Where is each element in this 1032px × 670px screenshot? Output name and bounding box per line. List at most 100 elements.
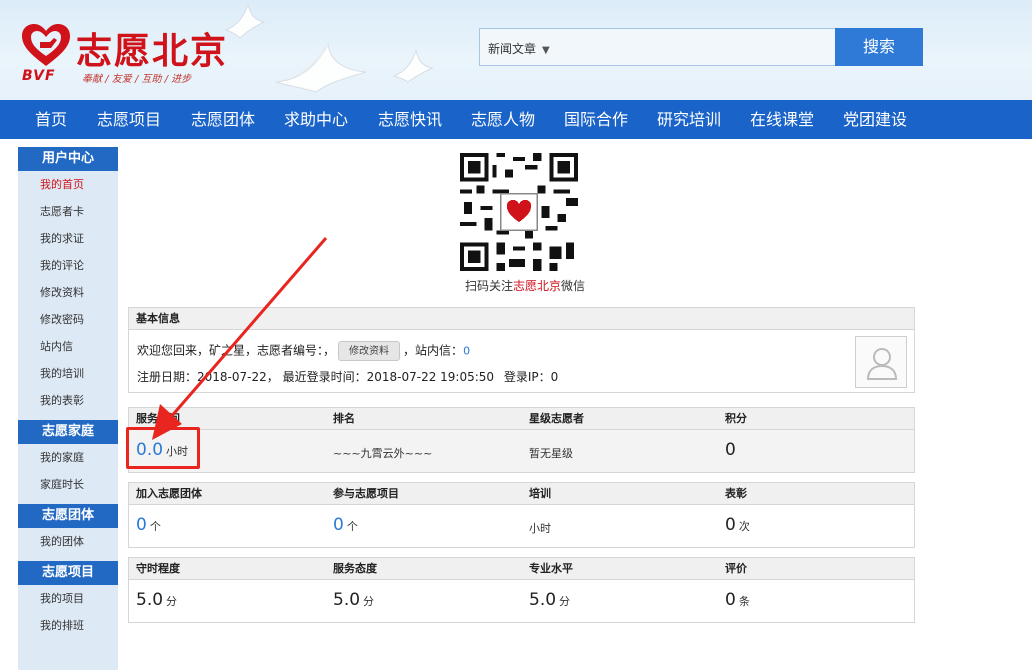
sidebar-item-family-hours[interactable]: 家庭时长 <box>18 471 118 498</box>
sidebar-item-my-honors[interactable]: 我的表彰 <box>18 387 118 414</box>
logo-slogan: 奉献 / 友爱 / 互助 / 进步 <box>82 74 192 85</box>
points-value: 0 <box>725 440 736 460</box>
last-login-time: 2018-07-22 19:05:50 <box>366 370 495 384</box>
nav-item-party[interactable]: 党团建设 <box>843 100 907 139</box>
sidebar-item-change-password[interactable]: 修改密码 <box>18 306 118 333</box>
sidebar-item-my-home[interactable]: 我的首页 <box>18 171 118 198</box>
nav-item-people[interactable]: 志愿人物 <box>471 100 535 139</box>
qr-caption-brand: 志愿北京 <box>512 279 561 293</box>
nav-item-groups[interactable]: 志愿团体 <box>191 100 255 139</box>
sidebar-section-user-center: 用户中心 <box>18 147 118 171</box>
reviews-unit: 条 <box>738 595 750 608</box>
qr-code-icon <box>460 153 578 271</box>
login-ip-label: 登录IP： <box>503 370 551 384</box>
sidebar-item-my-family[interactable]: 我的家庭 <box>18 444 118 471</box>
sidebar-item-my-training[interactable]: 我的培训 <box>18 360 118 387</box>
edit-profile-button[interactable]: 修改资料 <box>338 341 401 361</box>
heart-hand-logo-icon <box>22 24 70 66</box>
sidebar-item-my-comments[interactable]: 我的评论 <box>18 252 118 279</box>
site-header: 志愿北京 BVF 奉献 / 友爱 / 互助 / 进步 新闻文章 ▼ 搜索 <box>0 0 1032 100</box>
login-ip: 0 <box>550 370 559 384</box>
nav-item-news[interactable]: 志愿快讯 <box>378 100 442 139</box>
header-star-volunteer: 星级志愿者 <box>529 412 584 425</box>
avatar[interactable] <box>855 336 907 388</box>
projects-value[interactable]: 0 <box>333 515 344 535</box>
attitude-value: 5.0 <box>333 590 361 610</box>
punctuality-cell: 5.0 分 <box>136 590 177 610</box>
reviews-cell: 0条 <box>725 590 750 610</box>
sidebar-item-my-schedule[interactable]: 我的排班 <box>18 612 118 639</box>
header-punctuality: 守时程度 <box>136 562 180 575</box>
sidebar-item-my-group[interactable]: 我的团体 <box>18 528 118 555</box>
attitude-cell: 5.0 分 <box>333 590 374 610</box>
projects-cell: 0个 <box>333 515 358 535</box>
user-avatar-icon <box>866 348 898 380</box>
register-label: 注册日期： <box>137 370 198 384</box>
search-button[interactable]: 搜索 <box>835 28 923 66</box>
service-stats-header: 服务时间 排名 星级志愿者 积分 <box>129 408 914 430</box>
service-stats-panel: 服务时间 排名 星级志愿者 积分 0.0 小时 ~~~九霄云外~~~ 暂无星级 0 <box>128 407 915 473</box>
sidebar-item-volunteer-card[interactable]: 志愿者卡 <box>18 198 118 225</box>
messages-count[interactable]: 0 <box>463 345 470 358</box>
punctuality-unit: 分 <box>166 595 178 608</box>
user-name: 矿 <box>209 343 222 358</box>
dove-decoration-icon <box>275 42 367 93</box>
nav-item-online-class[interactable]: 在线课堂 <box>750 100 814 139</box>
groups-cell: 0个 <box>136 515 161 535</box>
dove-decoration-icon <box>224 3 266 39</box>
header-reviews: 评价 <box>725 562 747 575</box>
last-login-label: 最近登录时间： <box>282 370 367 384</box>
groups-value[interactable]: 0 <box>136 515 147 535</box>
sidebar-section-family: 志愿家庭 <box>18 420 118 444</box>
evaluation-stats-panel: 守时程度 服务态度 专业水平 评价 5.0 分 5.0 分 5.0 分 0条 <box>128 557 915 623</box>
projects-unit: 个 <box>346 520 358 533</box>
caret-down-icon: ▼ <box>542 45 550 56</box>
basic-info-body: 欢迎您回来，矿之星，志愿者编号：， 修改资料 ，站内信：0 注册日期：2018-07… <box>129 330 914 392</box>
messages-label: ，站内信： <box>403 343 464 358</box>
register-date: 2018-07-22， <box>197 370 279 384</box>
header-points: 积分 <box>725 412 747 425</box>
reviews-value: 0 <box>725 590 736 610</box>
sidebar-section-groups: 志愿团体 <box>18 504 118 528</box>
sidebar-item-my-requests[interactable]: 我的求证 <box>18 225 118 252</box>
nav-item-help[interactable]: 求助中心 <box>284 100 348 139</box>
search-category-select[interactable]: 新闻文章 ▼ <box>479 28 836 66</box>
sidebar-section-projects: 志愿项目 <box>18 561 118 585</box>
groups-unit: 个 <box>149 520 161 533</box>
skill-unit: 分 <box>559 595 571 608</box>
attitude-unit: 分 <box>363 595 375 608</box>
header-joined-projects: 参与志愿项目 <box>333 487 399 500</box>
sidebar-item-my-projects[interactable]: 我的项目 <box>18 585 118 612</box>
qr-caption-post: 微信 <box>561 279 586 293</box>
honors-value: 0 <box>725 515 736 535</box>
welcome-text: 欢迎您回来， <box>137 343 210 358</box>
nav-item-international[interactable]: 国际合作 <box>564 100 628 139</box>
service-stats-body: 0.0 小时 ~~~九霄云外~~~ 暂无星级 0 <box>129 430 914 472</box>
qr-caption-pre: 扫码关注 <box>464 279 513 293</box>
dove-decoration-icon <box>392 49 434 83</box>
punctuality-value: 5.0 <box>136 590 164 610</box>
header-skill: 专业水平 <box>529 562 573 575</box>
honors-unit: 次 <box>738 520 750 533</box>
main-nav: 首页 志愿项目 志愿团体 求助中心 志愿快讯 志愿人物 国际合作 研究培训 在线… <box>0 100 1032 139</box>
evaluation-stats-body: 5.0 分 5.0 分 5.0 分 0条 <box>129 580 914 622</box>
basic-info-title: 基本信息 <box>129 308 914 330</box>
nav-item-training[interactable]: 研究培训 <box>657 100 721 139</box>
nav-item-home[interactable]: 首页 <box>35 100 67 139</box>
logo-title: 志愿北京 <box>76 31 229 72</box>
main-content: 扫码关注志愿北京微信 基本信息 欢迎您回来，矿之星，志愿者编号：， 修改资料 ，站内… <box>126 147 924 670</box>
header-rank: 排名 <box>333 412 355 425</box>
rank-value: ~~~九霄云外~~~ <box>333 447 433 460</box>
header-honors: 表彰 <box>725 487 747 500</box>
sidebar-item-messages[interactable]: 站内信 <box>18 333 118 360</box>
logo-abbr: BVF <box>22 68 56 84</box>
header-attitude: 服务态度 <box>333 562 377 575</box>
evaluation-stats-header: 守时程度 服务态度 专业水平 评价 <box>129 558 914 580</box>
login-line: 注册日期：2018-07-22， 最近登录时间：2018-07-22 19:05… <box>137 368 558 385</box>
participation-stats-panel: 加入志愿团体 参与志愿项目 培训 表彰 0个 0个 小时 0次 <box>128 482 915 548</box>
header-training: 培训 <box>529 487 551 500</box>
participation-stats-header: 加入志愿团体 参与志愿项目 培训 表彰 <box>129 483 914 505</box>
nav-item-projects[interactable]: 志愿项目 <box>97 100 161 139</box>
skill-value: 5.0 <box>529 590 557 610</box>
sidebar-item-edit-profile[interactable]: 修改资料 <box>18 279 118 306</box>
